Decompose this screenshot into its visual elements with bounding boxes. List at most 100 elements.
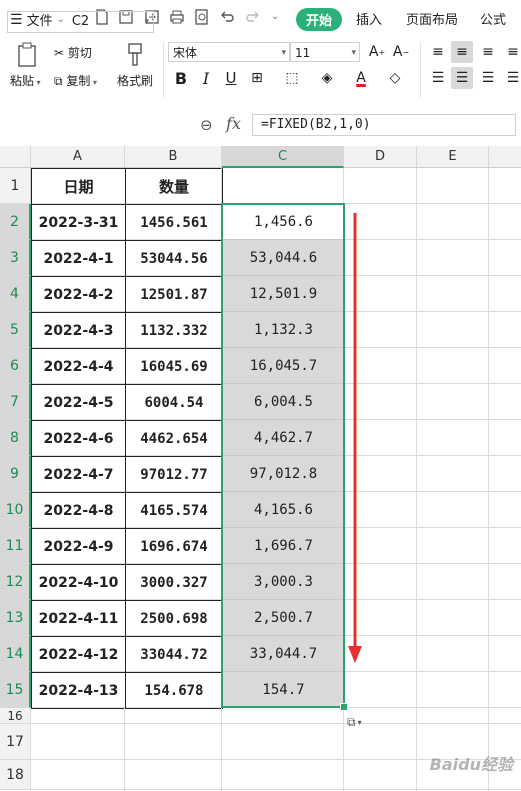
date-cell[interactable]: 2022-4-2: [31, 276, 126, 313]
fixed-result-cell[interactable]: 12,501.9: [223, 276, 344, 312]
quantity-cell[interactable]: 1696.674: [125, 528, 223, 565]
row-header[interactable]: 1: [0, 168, 31, 204]
date-cell[interactable]: 2022-4-4: [31, 348, 126, 385]
fixed-result-cell[interactable]: 16,045.7: [223, 348, 344, 384]
fill-handle[interactable]: [340, 703, 348, 711]
date-cell[interactable]: 2022-3-31: [31, 204, 126, 241]
fill-color-icon[interactable]: ◈: [316, 67, 338, 89]
quantity-cell[interactable]: 154.678: [125, 672, 223, 709]
date-cell[interactable]: 2022-4-12: [31, 636, 126, 673]
align-justify-icon[interactable]: ≡: [502, 41, 521, 63]
tab-page-layout[interactable]: 页面布局: [406, 9, 458, 28]
zoom-icon[interactable]: ⊖: [200, 116, 213, 134]
quantity-cell[interactable]: 16045.69: [125, 348, 223, 385]
column-header-c[interactable]: C: [222, 146, 344, 168]
align-middle-icon[interactable]: ≡: [451, 41, 473, 63]
cell-style-icon[interactable]: ⬚: [281, 67, 303, 89]
row-header[interactable]: 9: [0, 456, 31, 492]
italic-icon[interactable]: I: [195, 67, 217, 89]
tab-home[interactable]: 开始: [296, 8, 343, 31]
fixed-result-cell[interactable]: 6,004.5: [223, 384, 344, 420]
underline-icon[interactable]: U: [220, 67, 242, 89]
date-cell[interactable]: 2022-4-3: [31, 312, 126, 349]
align-bottom-icon[interactable]: ≡: [477, 41, 499, 63]
border-icon[interactable]: ⊞: [246, 67, 268, 89]
decrease-font-icon[interactable]: A −: [390, 41, 412, 63]
row-header[interactable]: 14: [0, 636, 31, 672]
fixed-result-cell[interactable]: 1,696.7: [223, 528, 344, 564]
fixed-result-cell[interactable]: 1,132.3: [223, 312, 344, 348]
quantity-cell[interactable]: 2500.698: [125, 600, 223, 637]
date-cell[interactable]: 2022-4-10: [31, 564, 126, 601]
select-all-corner[interactable]: [0, 146, 31, 168]
row-header[interactable]: 10: [0, 492, 31, 528]
align-top-icon[interactable]: ≡: [427, 41, 449, 63]
quantity-cell[interactable]: 6004.54: [125, 384, 223, 421]
fixed-result-cell[interactable]: 154.7: [223, 672, 344, 708]
fixed-result-cell[interactable]: 4,462.7: [223, 420, 344, 456]
align-right-icon[interactable]: ☰: [477, 67, 499, 89]
fixed-result-cell[interactable]: 53,044.6: [223, 240, 344, 276]
increase-font-icon[interactable]: A +: [366, 41, 388, 63]
quick-access-dropdown-icon[interactable]: ⌄: [271, 11, 279, 22]
date-cell[interactable]: 2022-4-13: [31, 672, 126, 709]
formula-input[interactable]: =FIXED(B2,1,0): [252, 114, 516, 136]
row-header[interactable]: 3: [0, 240, 31, 276]
paste-options-button[interactable]: ⧉ ▾: [347, 712, 377, 732]
format-painter-button[interactable]: 格式刷: [117, 72, 153, 89]
font-name-select[interactable]: 宋体 ▾: [168, 42, 290, 62]
align-center-icon[interactable]: ☰: [451, 67, 473, 89]
tab-insert[interactable]: 插入: [356, 9, 382, 28]
distributed-align-icon[interactable]: ☰: [502, 67, 521, 89]
row-header[interactable]: 16: [0, 708, 31, 724]
font-color-icon[interactable]: A: [350, 67, 372, 89]
paste-button[interactable]: 粘贴 ▾: [10, 72, 41, 89]
column-header-b[interactable]: B: [125, 146, 222, 168]
redo-icon[interactable]: [244, 8, 262, 26]
quantity-cell[interactable]: 12501.87: [125, 276, 223, 313]
print-preview-icon[interactable]: [193, 8, 211, 26]
date-cell[interactable]: 2022-4-11: [31, 600, 126, 637]
row-header[interactable]: 2: [0, 204, 31, 240]
date-cell[interactable]: 2022-4-6: [31, 420, 126, 457]
font-size-select[interactable]: 11 ▾: [290, 42, 360, 62]
row-header[interactable]: 12: [0, 564, 31, 600]
date-cell[interactable]: 2022-4-1: [31, 240, 126, 277]
row-header[interactable]: 8: [0, 420, 31, 456]
name-box[interactable]: C2 ▾: [7, 11, 154, 33]
cut-button[interactable]: ✂ 剪切: [54, 44, 92, 61]
tab-formulas[interactable]: 公式: [480, 9, 506, 28]
bold-icon[interactable]: B: [170, 67, 192, 89]
paste-icon[interactable]: [16, 42, 38, 68]
row-header[interactable]: 11: [0, 528, 31, 564]
row-header[interactable]: 15: [0, 672, 31, 708]
function-icon[interactable]: fx: [226, 114, 241, 133]
undo-icon[interactable]: [218, 8, 236, 26]
header-cell-quantity[interactable]: 数量: [125, 168, 223, 205]
row-header[interactable]: 18: [0, 760, 31, 790]
row-header[interactable]: 6: [0, 348, 31, 384]
column-header-f[interactable]: [489, 146, 521, 168]
fixed-result-cell[interactable]: 33,044.7: [223, 636, 344, 672]
fixed-result-cell[interactable]: 97,012.8: [223, 456, 344, 492]
align-left-icon[interactable]: ☰: [427, 67, 449, 89]
quantity-cell[interactable]: 97012.77: [125, 456, 223, 493]
fixed-result-cell[interactable]: 4,165.6: [223, 492, 344, 528]
column-header-d[interactable]: D: [344, 146, 417, 168]
copy-button[interactable]: ⧉ 复制 ▾: [54, 72, 97, 89]
header-cell-date[interactable]: 日期: [31, 168, 126, 205]
date-cell[interactable]: 2022-4-5: [31, 384, 126, 421]
print-icon[interactable]: [168, 8, 186, 26]
row-header[interactable]: 17: [0, 724, 31, 760]
quantity-cell[interactable]: 33044.72: [125, 636, 223, 673]
quantity-cell[interactable]: 4462.654: [125, 420, 223, 457]
quantity-cell[interactable]: 1132.332: [125, 312, 223, 349]
date-cell[interactable]: 2022-4-7: [31, 456, 126, 493]
row-header[interactable]: 13: [0, 600, 31, 636]
clear-format-icon[interactable]: ◇: [384, 67, 406, 89]
column-header-e[interactable]: E: [417, 146, 489, 168]
quantity-cell[interactable]: 3000.327: [125, 564, 223, 601]
column-header-a[interactable]: A: [31, 146, 125, 168]
row-header[interactable]: 4: [0, 276, 31, 312]
fixed-result-cell[interactable]: 3,000.3: [223, 564, 344, 600]
